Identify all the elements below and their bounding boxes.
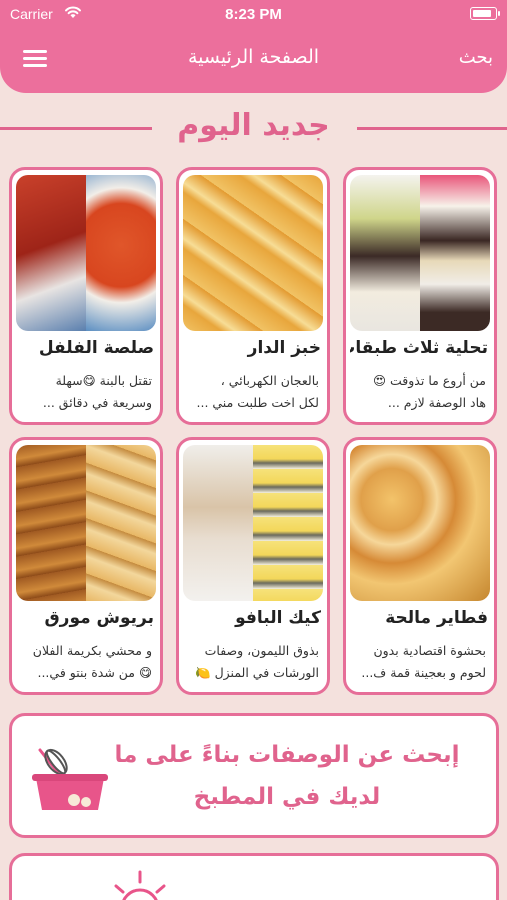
battery-icon (470, 7, 500, 20)
section-header: جديد اليوم (0, 108, 507, 150)
recipe-title: صلصة الفلفل (38, 338, 154, 358)
recipe-description: تقتل بالبنة 😋سهلة وسريعة في دقائق ... (42, 373, 152, 410)
recipe-image (183, 175, 323, 331)
recipe-card[interactable]: بريوش مورق و محشي بكريمة الفلان 😋 من شدة … (9, 437, 163, 695)
recipe-image (350, 175, 490, 331)
recipe-title: فطاير مالحة (385, 608, 488, 628)
recipe-description: من أروع ما تذوقت 😍 هاد الوصفة لازم ... (373, 373, 486, 410)
whisk-bowl-icon (32, 748, 108, 810)
recipe-description: بالعجان الكهربائي ، لكل اخت طلبت مني ... (196, 373, 320, 410)
recipe-image (350, 445, 490, 601)
status-time: 8:23 PM (225, 6, 282, 23)
app-header: Carrier 8:23 PM الصفحة الرئيسية بحث (0, 0, 507, 93)
recipe-description: بذوق الليمون، وصفات الورشات في المنزل 🍋 (195, 643, 319, 680)
recipe-title: كيك البافو (235, 608, 321, 628)
divider-right (357, 127, 507, 130)
recipe-card[interactable]: تحلية ثلاث طبقات من أروع ما تذوقت 😍 هاد ا… (343, 167, 497, 425)
recipe-description: بحشوة اقتصادية بدون لحوم و بعجينة قمة ف..… (361, 643, 486, 680)
recipe-card[interactable]: خبز الدار بالعجان الكهربائي ، لكل اخت طلب… (176, 167, 330, 425)
recipe-image (183, 445, 323, 601)
recipe-image (16, 445, 156, 601)
page-title: الصفحة الرئيسية (187, 46, 320, 68)
section-title: جديد اليوم (177, 108, 330, 143)
recipe-card[interactable]: فطاير مالحة بحشوة اقتصادية بدون لحوم و بع… (343, 437, 497, 695)
recipe-title: بريوش مورق (44, 608, 154, 628)
sun-icon (114, 870, 166, 900)
feature-card[interactable] (9, 853, 499, 900)
recipe-card[interactable]: كيك البافو بذوق الليمون، وصفات الورشات في… (176, 437, 330, 695)
recipe-card[interactable]: صلصة الفلفل تقتل بالبنة 😋سهلة وسريعة في د… (9, 167, 163, 425)
recipe-description: و محشي بكريمة الفلان 😋 من شدة بنتو في... (32, 643, 152, 680)
recipe-image (16, 175, 156, 331)
recipe-title: خبز الدار (247, 338, 321, 358)
banner-text: إبحث عن الوصفات بناءً على ما لديك في الم… (114, 742, 460, 810)
battery-level (472, 9, 492, 17)
status-bar: Carrier 8:23 PM (0, 0, 507, 28)
recipe-title: تحلية ثلاث طبقات (350, 338, 488, 358)
search-button[interactable]: بحث (459, 47, 493, 68)
ingredient-search-banner[interactable]: إبحث عن الوصفات بناءً على ما لديك في الم… (9, 713, 499, 838)
